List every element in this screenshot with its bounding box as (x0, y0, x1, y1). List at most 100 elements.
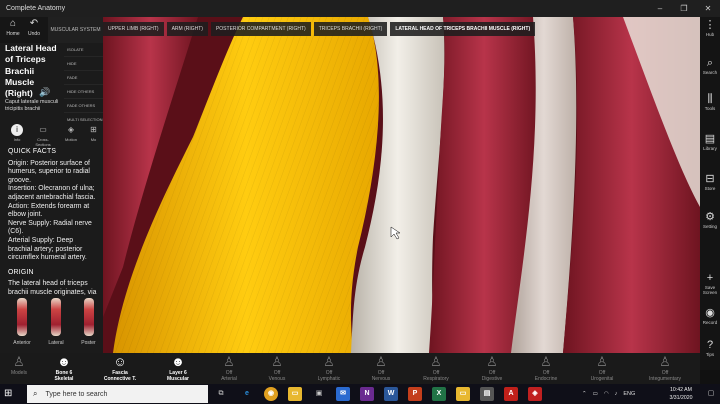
pronounce-speaker-icon[interactable]: 🔊 (39, 87, 50, 98)
layer-integumentary[interactable]: ♙ Off Integumentary (644, 353, 686, 384)
wifi-icon[interactable]: ◠ (604, 391, 609, 397)
arterial-fact: Arterial Supply: Deep brachial artery; p… (8, 236, 87, 262)
app-icon[interactable]: ▤ (480, 387, 494, 401)
settings-button[interactable]: ⚙ Setting (700, 211, 720, 229)
layer-skeletal[interactable]: ☻ Bone 6 Skeletal (46, 353, 82, 384)
windows-start-icon[interactable]: ⊞ (4, 388, 16, 400)
crumb-arm[interactable]: ARM (RIGHT) (166, 22, 208, 36)
volume-icon[interactable]: ♪ (615, 391, 618, 397)
hub-button[interactable]: ⋮ Hub (700, 19, 720, 37)
tools-icon: ⫼ (707, 93, 713, 105)
tips-button[interactable]: ? Tips (700, 339, 720, 357)
layer-connective-label: Connective T. (103, 376, 137, 382)
hide-button[interactable]: HIDE (64, 57, 103, 71)
hide-others-button[interactable]: HIDE OTHERS (64, 85, 103, 99)
layer-muscular[interactable]: ☻ Layer 6 Muscular (160, 353, 196, 384)
tray-chevron-icon[interactable]: ⌃ (582, 391, 587, 397)
acrobat-icon[interactable]: A (504, 387, 518, 401)
layer-digestive[interactable]: ♙ Off Digestive (472, 353, 512, 384)
onenote-icon[interactable]: N (360, 387, 374, 401)
isolate-button[interactable]: ISOLATE (64, 43, 103, 57)
network-icon[interactable]: ▭ (593, 391, 598, 397)
clock-time: 10:42 AM (670, 387, 692, 393)
layer-nervous[interactable]: ♙ Off Nervous (364, 353, 398, 384)
digestive-icon: ♙ (486, 354, 498, 369)
layer-models[interactable]: ♙ Models (4, 353, 34, 384)
layer-urogenital[interactable]: ♙ Off Urogenital (582, 353, 622, 384)
tab-motion[interactable]: ◈ Motion (58, 123, 84, 145)
crumb-lateral-head[interactable]: LATERAL HEAD OF TRICEPS BRACHII MUSCLE (… (390, 22, 536, 36)
taskbar-search-placeholder: Type here to search (45, 390, 108, 398)
taskbar-clock[interactable]: 10:42 AM 3/31/2020 (658, 386, 704, 402)
search-button[interactable]: ⌕ Search (700, 57, 720, 75)
crumb-posterior-compartment[interactable]: POSTERIOR COMPARTMENT (RIGHT) (210, 22, 311, 36)
search-icon: ⌕ (33, 389, 38, 398)
library-button[interactable]: ▤ Library (700, 133, 720, 151)
tab-more-label: Mo (90, 137, 97, 142)
layer-arterial[interactable]: ♙ Off Arterial (212, 353, 246, 384)
crumb-triceps-brachii[interactable]: TRICEPS BRACHII (RIGHT) (313, 22, 388, 36)
notifications-icon[interactable]: ▢ (704, 387, 718, 401)
tools-button[interactable]: ⫼ Tools (700, 93, 720, 111)
view-thumbnails: Anterior Lateral Poster (0, 296, 103, 353)
thumb-anterior-label: Anterior (13, 340, 31, 346)
crumb-upper-limb[interactable]: UPPER LIMB (RIGHT) (103, 22, 164, 36)
folder-icon[interactable]: ▭ (456, 387, 470, 401)
3d-viewport[interactable] (103, 17, 700, 353)
settings-label: Setting (702, 224, 717, 229)
layer-digestive-label: Digestive (481, 376, 503, 382)
layer-lymphatic[interactable]: ♙ Off Lymphatic (310, 353, 348, 384)
edge-icon[interactable]: e (240, 387, 254, 401)
tab-motion-label: Motion (64, 137, 77, 142)
thumb-anterior[interactable]: Anterior (6, 296, 38, 353)
structure-name-line: Brachii (5, 65, 35, 76)
tips-icon: ? (706, 339, 714, 351)
fade-others-button[interactable]: FADE OTHERS (64, 99, 103, 113)
thumb-lateral[interactable]: Lateral (40, 296, 72, 353)
store-app-icon[interactable]: ▣ (312, 387, 326, 401)
title-bar: Complete Anatomy (0, 0, 720, 17)
task-view-icon[interactable]: ⧉ (214, 387, 228, 401)
home-button[interactable]: ⌂ Home (2, 17, 24, 43)
tab-more[interactable]: ⊞ Mo (84, 123, 103, 145)
close-button[interactable]: ✕ (696, 0, 720, 17)
word-icon[interactable]: W (384, 387, 398, 401)
powerpoint-icon[interactable]: P (408, 387, 422, 401)
language-indicator[interactable]: ENG (623, 391, 635, 397)
layer-endocrine[interactable]: ♙ Off Endocrine (528, 353, 564, 384)
undo-icon: ↶ (29, 18, 39, 29)
fade-button[interactable]: FADE (64, 71, 103, 85)
minimize-button[interactable]: – (648, 0, 672, 17)
tab-info[interactable]: i Info (4, 123, 30, 145)
origin-heading: ORIGIN (8, 268, 34, 276)
file-explorer-icon[interactable]: ▭ (288, 387, 302, 401)
tab-cross-sections[interactable]: ▭ Cross-Sections (30, 123, 56, 147)
record-button[interactable]: ◉ Record (700, 307, 720, 325)
layer-respiratory[interactable]: ♙ Off Respiratory (416, 353, 456, 384)
layer-muscular-label: Muscular (167, 376, 189, 382)
thumb-posterior[interactable]: Poster (74, 296, 103, 353)
thumb-lateral-label: Lateral (48, 340, 64, 346)
mail-icon[interactable]: ✉ (336, 387, 350, 401)
save-screen-button[interactable]: + Save Screen (700, 272, 720, 295)
integumentary-icon: ♙ (659, 354, 671, 369)
home-label: Home (6, 31, 20, 37)
excel-icon[interactable]: X (432, 387, 446, 401)
urogenital-icon: ♙ (596, 354, 608, 369)
tools-label: Tools (704, 106, 716, 111)
muscular-system-button[interactable]: MUSCULAR SYSTEM (48, 17, 103, 43)
layer-venous[interactable]: ♙ Off Venous (260, 353, 294, 384)
undo-button[interactable]: ↶ Undo (23, 17, 45, 43)
store-label: Store (704, 186, 716, 191)
layer-connective[interactable]: ☺ Fascia Connective T. (100, 353, 140, 384)
complete-anatomy-icon[interactable]: ◈ (528, 387, 542, 401)
store-button[interactable]: ⊟ Store (700, 173, 720, 191)
chrome-icon[interactable]: ◉ (264, 387, 278, 401)
info-icon: i (11, 124, 23, 136)
structure-name-line: of Triceps (5, 54, 46, 65)
taskbar-search-input[interactable]: ⌕ Type here to search (27, 385, 208, 403)
models-icon: ♙ (13, 354, 25, 369)
respiratory-icon: ♙ (430, 354, 442, 369)
structure-name-line: Muscle (5, 76, 35, 87)
maximize-button[interactable]: ❐ (672, 0, 696, 17)
